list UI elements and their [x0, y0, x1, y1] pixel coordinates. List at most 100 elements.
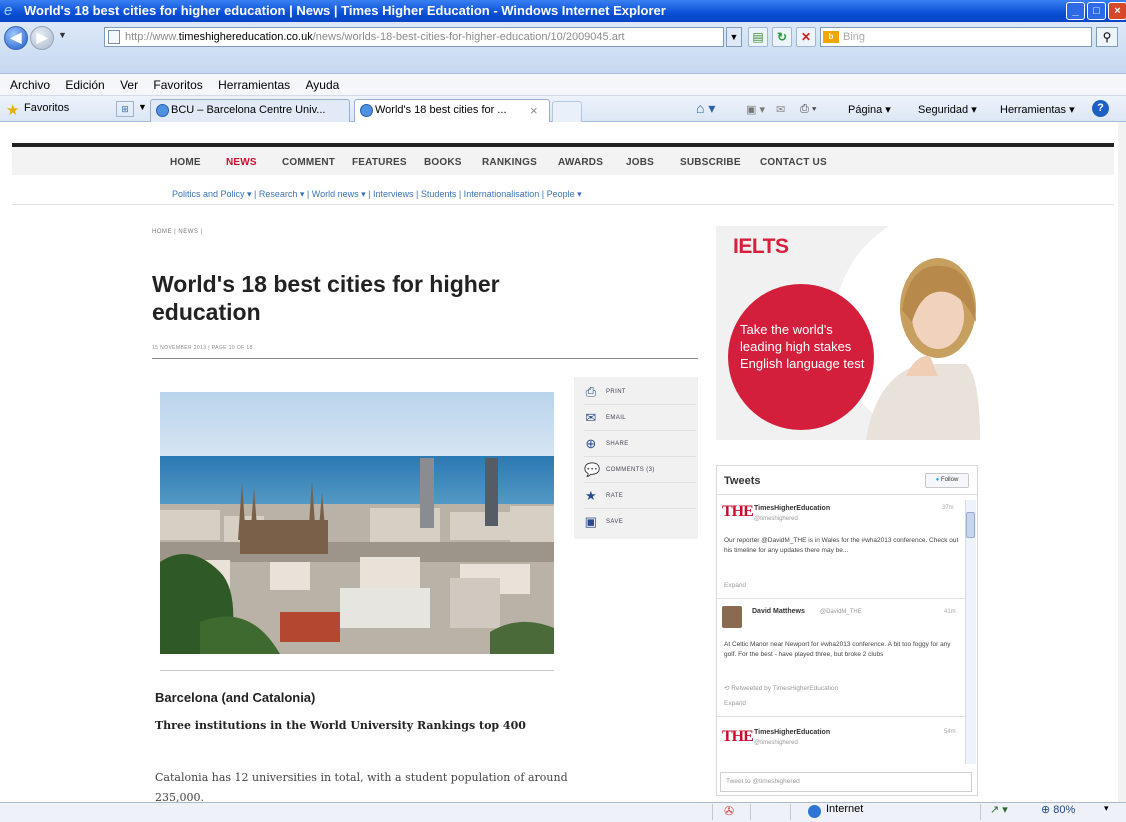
- protected-mode-icon[interactable]: ✇: [724, 804, 734, 818]
- tweet-handle[interactable]: @DavidM_THE: [820, 609, 862, 615]
- menu-ver[interactable]: Ver: [120, 78, 138, 92]
- back-button[interactable]: ◀: [4, 26, 28, 50]
- home-icon[interactable]: ⌂ ▾: [696, 100, 715, 117]
- search-input[interactable]: Bing: [820, 27, 1092, 47]
- feeds-icon[interactable]: ▣ ▾: [746, 103, 765, 116]
- tab-close-icon[interactable]: ×: [530, 103, 538, 118]
- site-nav-books[interactable]: BOOKS: [424, 157, 462, 168]
- zoom-value: 80%: [1053, 804, 1076, 816]
- ie-tab-icon: [360, 104, 373, 117]
- safety-menu-button[interactable]: Seguridad ▾: [918, 103, 977, 116]
- minimize-button[interactable]: _: [1066, 2, 1085, 20]
- ielts-logo: IELTS: [733, 235, 789, 258]
- tweet-author[interactable]: TimesHigherEducation: [754, 729, 830, 736]
- menu-bar: Archivo Edición Ver Favoritos Herramient…: [0, 74, 1126, 96]
- history-dropdown-icon[interactable]: ▼: [58, 30, 67, 40]
- follow-button[interactable]: ● Follow: [925, 473, 969, 488]
- menu-ayuda[interactable]: Ayuda: [306, 78, 340, 92]
- read-mail-icon[interactable]: ✉: [776, 103, 785, 116]
- tweet-time[interactable]: 41m: [944, 609, 956, 615]
- ie-logo-icon: e: [4, 2, 13, 19]
- article-date: 15 NOVEMBER 2013 | PAGE 10 OF 18: [152, 345, 253, 351]
- save-label: SAVE: [606, 519, 624, 525]
- breadcrumb[interactable]: HOME | NEWS |: [152, 229, 203, 235]
- popup-blocker-icon[interactable]: ↗ ▾: [990, 803, 1008, 816]
- refresh-icon[interactable]: ↻: [772, 27, 792, 47]
- window-title-bar[interactable]: World's 18 best cities for higher educat…: [0, 0, 1126, 22]
- rate-button[interactable]: ★ RATE: [584, 483, 696, 509]
- retweet-note: ⟲ Retweeted by TimesHigherEducation: [724, 684, 838, 692]
- share-plus-icon: ⊕: [585, 436, 597, 451]
- search-icon[interactable]: ⚲: [1096, 27, 1118, 47]
- tweet-handle[interactable]: @timeshighered: [754, 740, 798, 746]
- site-nav-home[interactable]: HOME: [170, 157, 201, 168]
- david-avatar[interactable]: [722, 606, 742, 628]
- share-button[interactable]: ⊕ SHARE: [584, 431, 696, 457]
- close-button[interactable]: ×: [1108, 2, 1126, 20]
- zoom-chevron-icon[interactable]: ▾: [1104, 803, 1109, 814]
- tweet-expand-link[interactable]: Expand: [724, 582, 746, 589]
- tab-list-chevron-icon[interactable]: ▼: [138, 102, 147, 112]
- site-nav-subscribe[interactable]: SUBSCRIBE: [680, 157, 741, 168]
- print-icon[interactable]: ⎙ ▾: [800, 103, 816, 116]
- save-button[interactable]: ▣ SAVE: [584, 509, 696, 535]
- quick-tabs-icon[interactable]: ⊞: [116, 101, 134, 117]
- site-nav-features[interactable]: FEATURES: [352, 157, 407, 168]
- site-nav-contact[interactable]: CONTACT US: [760, 157, 827, 168]
- share-label: SHARE: [606, 441, 629, 447]
- print-icon: ⎙: [585, 384, 597, 399]
- help-icon[interactable]: ?: [1092, 100, 1109, 117]
- tweet-time[interactable]: 54m: [944, 729, 956, 735]
- page-menu-button[interactable]: Página ▾: [848, 103, 891, 116]
- maximize-button[interactable]: □: [1087, 2, 1106, 20]
- address-dropdown-button[interactable]: ▼: [726, 27, 742, 47]
- tweet-author[interactable]: David Matthews: [752, 608, 805, 615]
- subnav-links[interactable]: Politics and Policy ▾ | Research ▾ | Wor…: [172, 189, 582, 200]
- comments-button[interactable]: 💬 COMMENTS (3): [584, 457, 696, 483]
- favorites-button[interactable]: Favoritos: [24, 102, 69, 114]
- tweet-handle[interactable]: @timeshighered: [754, 516, 798, 522]
- forward-button[interactable]: ▶: [30, 26, 54, 50]
- window-title: World's 18 best cities for higher educat…: [24, 3, 666, 18]
- compatibility-view-icon[interactable]: ▤: [748, 27, 768, 47]
- tweet-text: At Celtic Manor near Newport for #wha201…: [724, 641, 951, 658]
- email-label: EMAIL: [606, 415, 627, 421]
- print-button[interactable]: ⎙ PRINT: [584, 379, 696, 405]
- zoom-level-button[interactable]: ⊕ 80%: [1041, 803, 1075, 816]
- image-divider: [160, 670, 554, 671]
- page-scrollbar[interactable]: [1118, 122, 1126, 802]
- site-nav-jobs[interactable]: JOBS: [626, 157, 654, 168]
- tab-bcu[interactable]: BCU – Barcelona Centre Univ...: [150, 99, 350, 122]
- retweet-label: Retweeted by TimesHigherEducation: [731, 685, 839, 692]
- retweet-icon: ⟲: [724, 685, 730, 692]
- new-tab-button[interactable]: [552, 101, 582, 122]
- stop-icon[interactable]: ✕: [796, 27, 816, 47]
- rate-label: RATE: [606, 493, 624, 499]
- article-title: World's 18 best cities for higher educat…: [152, 271, 500, 325]
- tweet-time[interactable]: 37m: [942, 505, 954, 511]
- menu-archivo[interactable]: Archivo: [10, 78, 50, 92]
- print-label: PRINT: [606, 389, 626, 395]
- site-nav-rankings[interactable]: RANKINGS: [482, 157, 537, 168]
- address-bar[interactable]: http://www.timeshighereducation.co.uk/ne…: [104, 27, 724, 47]
- menu-herramientas[interactable]: Herramientas: [218, 78, 290, 92]
- favorites-star-icon[interactable]: ★: [6, 101, 19, 119]
- site-nav-comment[interactable]: COMMENT: [282, 157, 335, 168]
- twitter-bird-icon: ●: [935, 477, 940, 483]
- tweet-author[interactable]: TimesHigherEducation: [754, 505, 830, 512]
- tweets-scrollbar[interactable]: [965, 500, 976, 764]
- tab-article[interactable]: World's 18 best cities for ...: [354, 99, 550, 122]
- site-nav-awards[interactable]: AWARDS: [558, 157, 603, 168]
- tweet-expand-link[interactable]: Expand: [724, 700, 746, 707]
- menu-favoritos[interactable]: Favoritos: [153, 78, 202, 92]
- tweet-compose-input[interactable]: Tweet to @timeshighered: [720, 772, 972, 792]
- the-avatar[interactable]: THE: [722, 503, 754, 521]
- zoom-icon: ⊕: [1041, 804, 1051, 816]
- site-nav-news[interactable]: NEWS: [226, 157, 257, 168]
- security-zone-label[interactable]: Internet: [826, 803, 863, 815]
- tweets-scroll-thumb[interactable]: [966, 512, 975, 538]
- email-button[interactable]: ✉ EMAIL: [584, 405, 696, 431]
- the-avatar[interactable]: THE: [722, 728, 754, 746]
- menu-edicion[interactable]: Edición: [65, 78, 104, 92]
- tools-menu-button[interactable]: Herramientas ▾: [1000, 103, 1075, 116]
